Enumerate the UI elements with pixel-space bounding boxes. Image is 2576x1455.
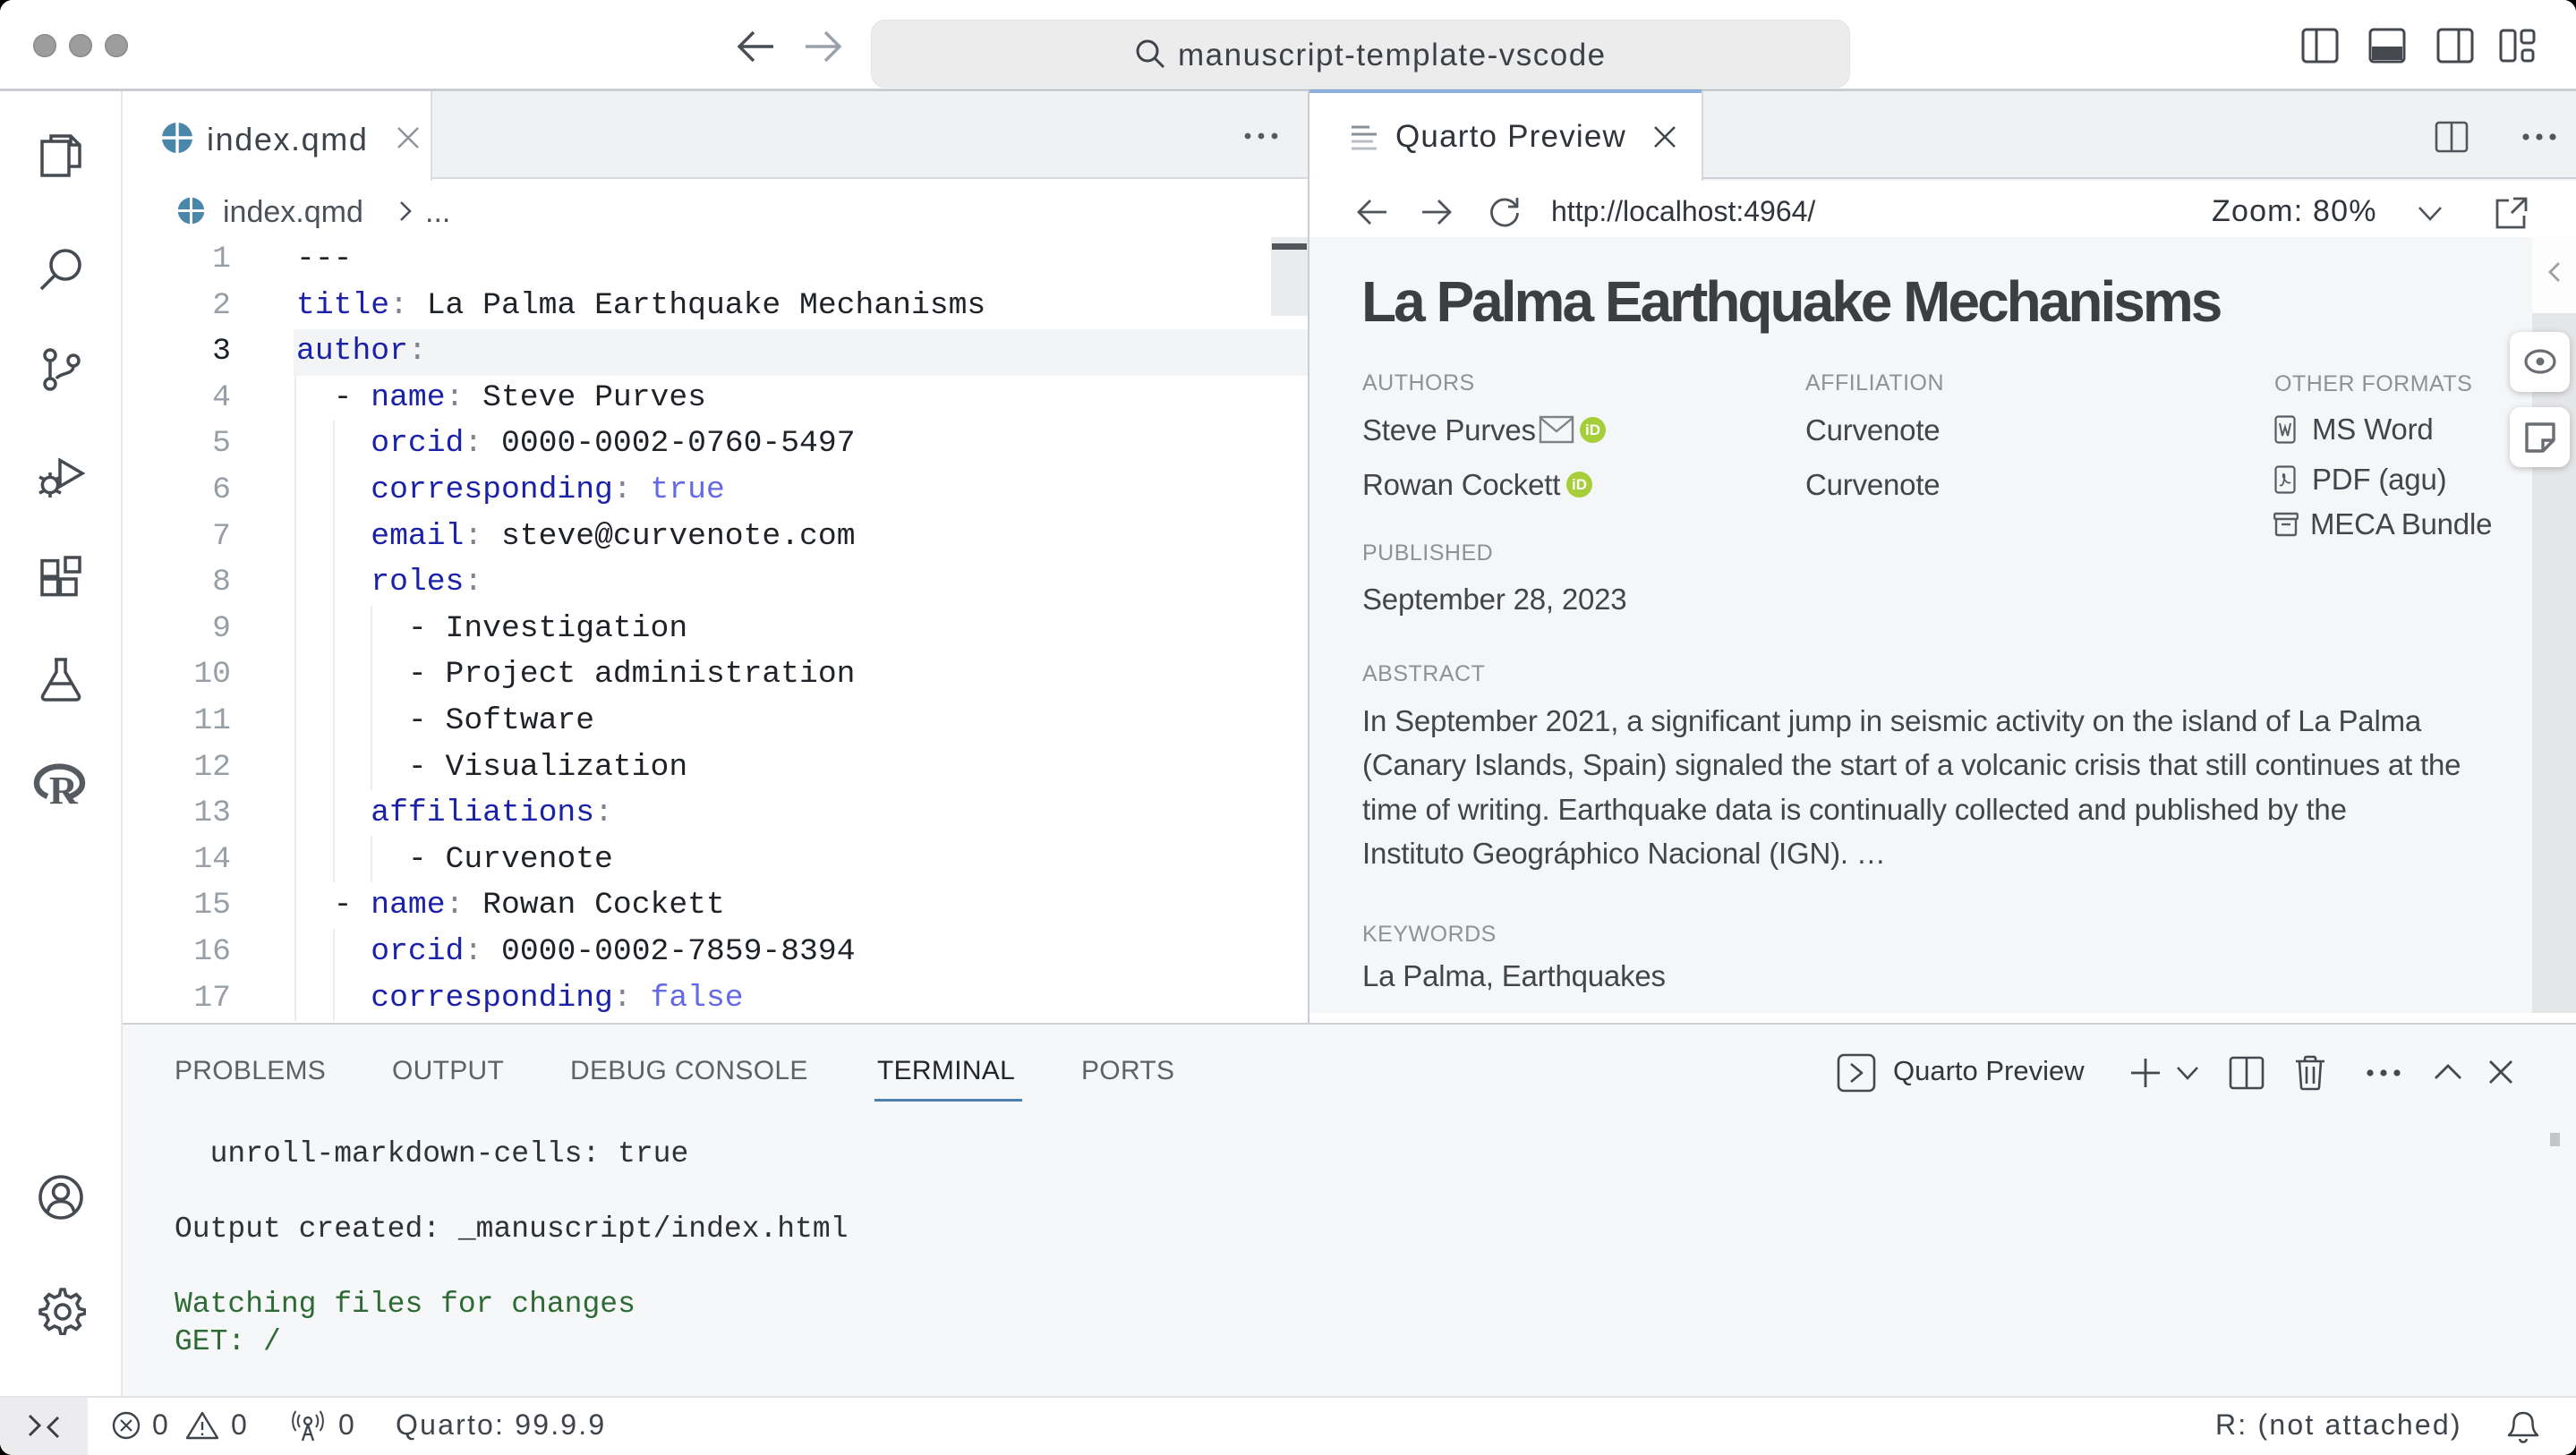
svg-text:R: R <box>49 769 79 807</box>
